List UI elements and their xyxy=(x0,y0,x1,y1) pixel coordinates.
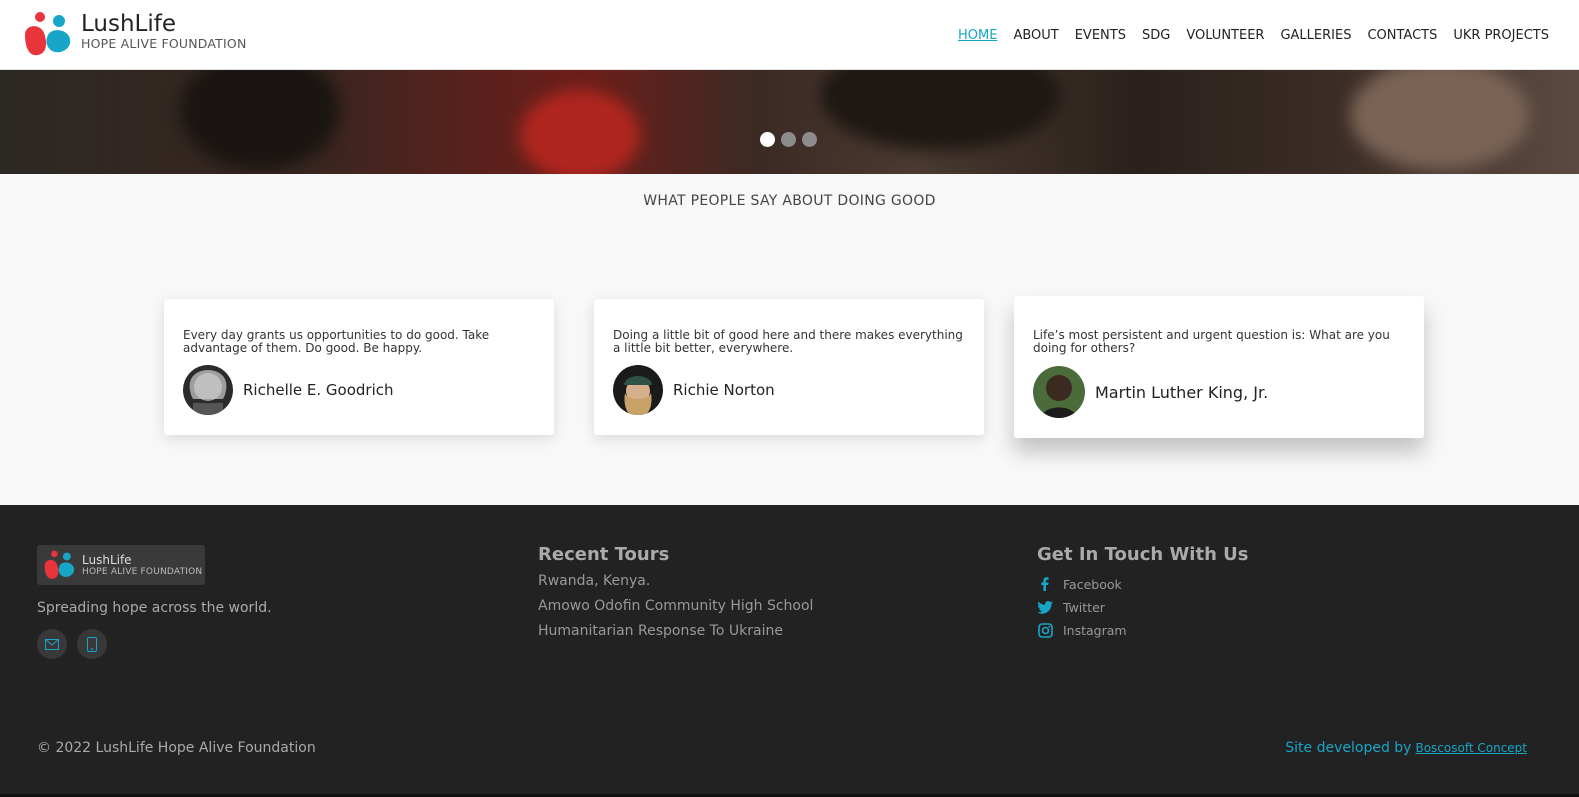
main-nav: HOME ABOUT EVENTS SDG VOLUNTEER GALLERIE… xyxy=(942,27,1549,45)
social-twitter[interactable]: Twitter xyxy=(1037,599,1105,615)
tours-title: Recent Tours xyxy=(538,544,670,565)
testimonial-author: Richelle E. Goodrich xyxy=(243,381,394,399)
slider-dot-3[interactable] xyxy=(802,132,817,147)
footer-brand-title: LushLife xyxy=(82,552,132,567)
logo-icon xyxy=(22,11,72,57)
nav-volunteer[interactable]: VOLUNTEER xyxy=(1186,27,1264,45)
developer-credit: Site developed by Boscosoft Concept xyxy=(1285,740,1527,756)
nav-sdg[interactable]: SDG xyxy=(1142,27,1170,45)
copyright: © 2022 LushLife Hope Alive Foundation xyxy=(37,740,316,756)
nav-galleries[interactable]: GALLERIES xyxy=(1280,27,1351,45)
hero-photo-shape xyxy=(520,90,640,174)
site-footer: LushLife HOPE ALIVE FOUNDATION Spreading… xyxy=(0,505,1579,797)
testimonial-quote: Every day grants us opportunities to do … xyxy=(183,328,490,355)
hero-photo-shape xyxy=(180,70,340,170)
testimonial-card: Every day grants us opportunities to do … xyxy=(164,299,554,435)
brand-title: LushLife xyxy=(81,11,176,37)
testimonial-quote: Life’s most persistent and urgent questi… xyxy=(1033,328,1390,355)
footer-tagline: Spreading hope across the world. xyxy=(37,600,272,616)
footer-brand-subtitle: HOPE ALIVE FOUNDATION xyxy=(82,566,203,577)
hero-photo-shape xyxy=(1350,70,1530,170)
envelope-icon[interactable] xyxy=(37,629,67,659)
contact-title: Get In Touch With Us xyxy=(1037,544,1249,565)
social-label: Facebook xyxy=(1063,576,1122,592)
footer-logo[interactable]: LushLife HOPE ALIVE FOUNDATION xyxy=(37,545,205,585)
testimonial-card: Doing a little bit of good here and ther… xyxy=(594,299,984,435)
footer-contact-icons xyxy=(37,629,117,659)
nav-home[interactable]: HOME xyxy=(958,27,997,45)
developer-link[interactable]: Boscosoft Concept xyxy=(1415,741,1527,755)
twitter-icon xyxy=(1037,599,1053,615)
mobile-phone-icon[interactable] xyxy=(77,629,107,659)
hero-slider xyxy=(0,70,1579,174)
logo-icon xyxy=(42,550,76,580)
avatar xyxy=(613,365,663,415)
avatar xyxy=(1033,366,1085,418)
tour-link[interactable]: Rwanda, Kenya. xyxy=(538,573,650,589)
social-facebook[interactable]: Facebook xyxy=(1037,576,1122,592)
slider-dot-1[interactable] xyxy=(760,132,775,147)
instagram-icon xyxy=(1037,622,1053,638)
slider-dot-2[interactable] xyxy=(781,132,796,147)
nav-contacts[interactable]: CONTACTS xyxy=(1367,27,1437,45)
social-label: Twitter xyxy=(1063,599,1105,615)
testimonial-card: Life’s most persistent and urgent questi… xyxy=(1014,296,1424,438)
brand-logo[interactable]: LushLife HOPE ALIVE FOUNDATION xyxy=(22,11,247,57)
slider-dots xyxy=(760,132,823,147)
facebook-icon xyxy=(1037,576,1053,592)
testimonial-author: Martin Luther King, Jr. xyxy=(1095,382,1269,402)
testimonial-author: Richie Norton xyxy=(673,381,775,399)
tour-link[interactable]: Humanitarian Response To Ukraine xyxy=(538,623,783,639)
hero-photo-shape xyxy=(820,70,1060,150)
nav-events[interactable]: EVENTS xyxy=(1075,27,1126,45)
avatar xyxy=(183,365,233,415)
testimonials-title: WHAT PEOPLE SAY ABOUT DOING GOOD xyxy=(643,193,936,209)
developed-by-label: Site developed by xyxy=(1285,740,1412,756)
brand-subtitle: HOPE ALIVE FOUNDATION xyxy=(81,36,247,51)
testimonial-quote: Doing a little bit of good here and ther… xyxy=(613,328,963,355)
social-instagram[interactable]: Instagram xyxy=(1037,622,1127,638)
nav-about[interactable]: ABOUT xyxy=(1013,27,1058,45)
nav-ukr-projects[interactable]: UKR PROJECTS xyxy=(1453,27,1549,45)
site-header: LushLife HOPE ALIVE FOUNDATION HOME ABOU… xyxy=(0,0,1579,70)
tour-link[interactable]: Amowo Odofin Community High School xyxy=(538,598,813,614)
social-label: Instagram xyxy=(1063,622,1127,638)
